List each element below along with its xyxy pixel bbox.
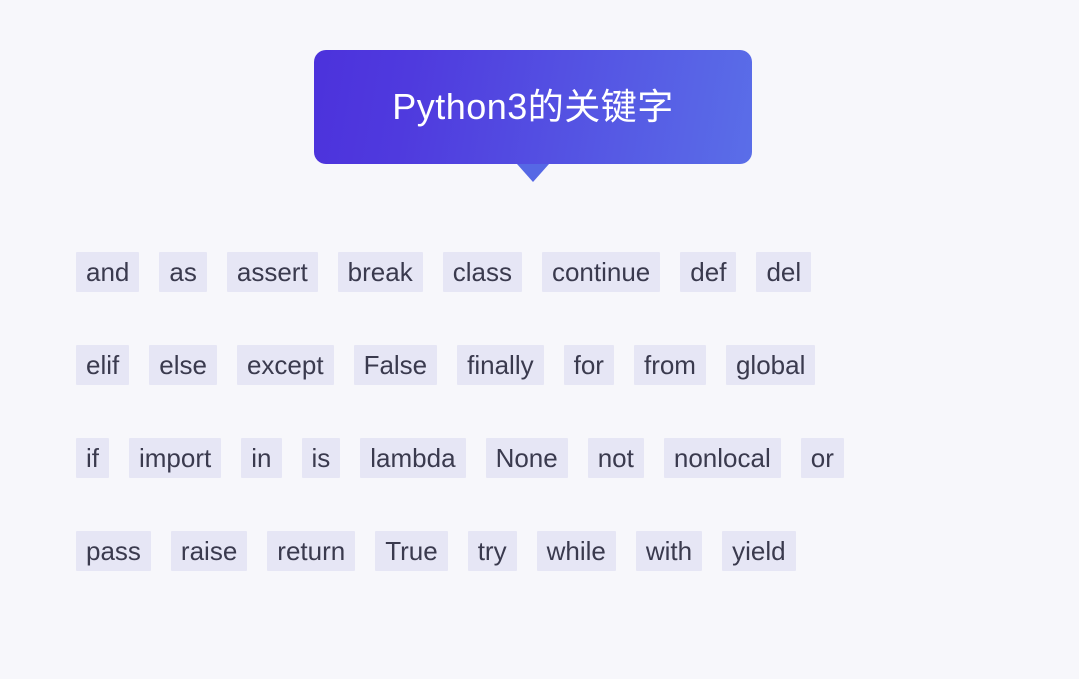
title-banner: Python3的关键字 bbox=[314, 50, 752, 182]
keyword-chip-or[interactable]: or bbox=[800, 438, 844, 478]
keyword-chip-break[interactable]: break bbox=[337, 252, 423, 292]
keyword-chip-continue[interactable]: continue bbox=[541, 252, 661, 292]
keyword-chip-import[interactable]: import bbox=[129, 438, 222, 478]
keyword-chip-for[interactable]: for bbox=[563, 345, 614, 385]
keyword-chip-global[interactable]: global bbox=[725, 345, 816, 385]
keyword-chip-in[interactable]: in bbox=[241, 438, 282, 478]
keyword-chip-def[interactable]: def bbox=[680, 252, 737, 292]
keyword-chip-else[interactable]: else bbox=[149, 345, 217, 385]
keyword-chip-with[interactable]: with bbox=[635, 531, 703, 571]
keyword-chip-not[interactable]: not bbox=[587, 438, 644, 478]
keyword-chip-del[interactable]: del bbox=[756, 252, 812, 292]
keyword-chip-class[interactable]: class bbox=[442, 252, 522, 292]
keyword-chip-assert[interactable]: assert bbox=[226, 252, 318, 292]
keyword-row: if import in is lambda None not nonlocal or bbox=[76, 435, 1016, 481]
page-title: Python3的关键字 bbox=[392, 86, 674, 127]
keyword-chip-False[interactable]: False bbox=[353, 345, 438, 385]
keyword-chip-pass[interactable]: pass bbox=[76, 531, 151, 571]
title-banner-wrapper: Python3的关键字 bbox=[314, 50, 752, 182]
banner-tail-triangle bbox=[517, 164, 549, 182]
keyword-chip-except[interactable]: except bbox=[236, 345, 334, 385]
keyword-chip-from[interactable]: from bbox=[633, 345, 706, 385]
keyword-list: and as assert break class continue def del elif… bbox=[76, 249, 1016, 574]
keyword-chip-if[interactable]: if bbox=[76, 438, 109, 478]
keyword-chip-yield[interactable]: yield bbox=[722, 531, 796, 571]
keyword-chip-True[interactable]: True bbox=[375, 531, 448, 571]
keyword-chip-while[interactable]: while bbox=[536, 531, 616, 571]
keyword-chip-lambda[interactable]: lambda bbox=[360, 438, 466, 478]
keyword-chip-None[interactable]: None bbox=[485, 438, 568, 478]
keyword-chip-is[interactable]: is bbox=[301, 438, 341, 478]
keyword-row: and as assert break class continue def del bbox=[76, 249, 1016, 295]
page-root: { "page": { "background_color": "#f7f7fb… bbox=[0, 0, 1079, 679]
keyword-chip-finally[interactable]: finally bbox=[457, 345, 544, 385]
keyword-chip-try[interactable]: try bbox=[467, 531, 517, 571]
keyword-row: elif else except False finally for from global bbox=[76, 342, 1016, 388]
keyword-chip-elif[interactable]: elif bbox=[76, 345, 130, 385]
keyword-chip-nonlocal[interactable]: nonlocal bbox=[663, 438, 781, 478]
keyword-chip-as[interactable]: as bbox=[159, 252, 207, 292]
keyword-chip-return[interactable]: return bbox=[267, 531, 356, 571]
keyword-row: pass raise return True try while with yield bbox=[76, 528, 1016, 574]
keyword-chip-and[interactable]: and bbox=[76, 252, 140, 292]
keyword-chip-raise[interactable]: raise bbox=[170, 531, 248, 571]
